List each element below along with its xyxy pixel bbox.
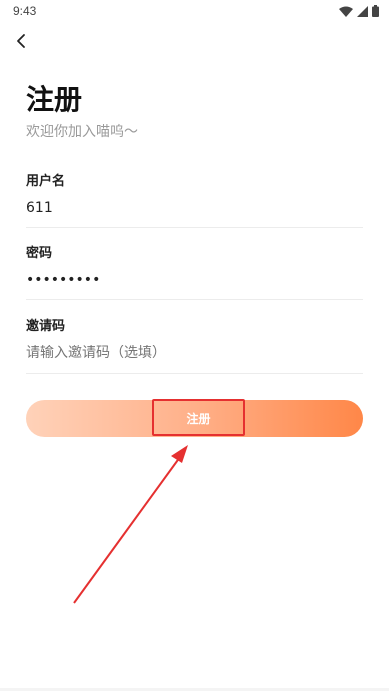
back-button[interactable] xyxy=(10,30,34,54)
password-field-group: 密码 ••••••••• xyxy=(26,242,363,300)
invite-code-label: 邀请码 xyxy=(26,319,66,334)
signal-icon xyxy=(357,5,368,17)
password-divider xyxy=(26,299,363,300)
invite-code-divider xyxy=(26,373,363,374)
register-button-label[interactable]: 注册 xyxy=(152,399,245,436)
invite-code-input[interactable] xyxy=(26,345,356,361)
password-label: 密码 xyxy=(26,246,53,261)
wifi-icon xyxy=(339,6,353,17)
username-input[interactable] xyxy=(26,200,356,216)
username-divider xyxy=(26,227,363,228)
username-field-group: 用户名 xyxy=(26,170,363,228)
password-input[interactable]: ••••••••• xyxy=(26,272,356,288)
battery-icon xyxy=(372,5,379,17)
status-icons xyxy=(339,5,379,17)
page-subtitle: 欢迎你加入喵呜～ xyxy=(26,124,138,140)
page-title: 注册 xyxy=(26,83,83,116)
username-label: 用户名 xyxy=(26,174,66,189)
status-time: 9:43 xyxy=(13,4,37,18)
invite-code-field-group: 邀请码 xyxy=(26,315,363,374)
chevron-left-icon xyxy=(17,34,25,48)
status-bar: 9:43 xyxy=(0,0,389,24)
